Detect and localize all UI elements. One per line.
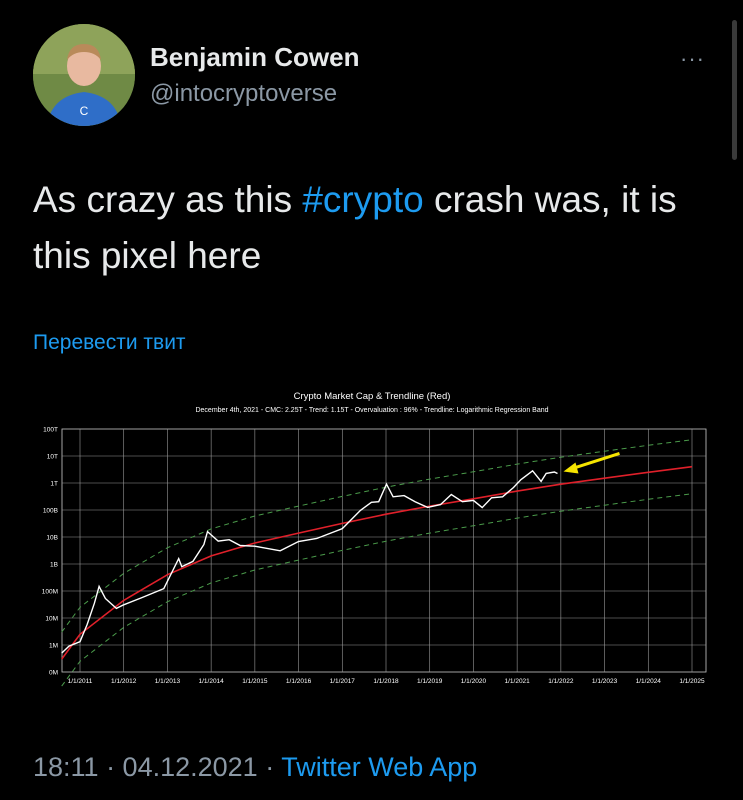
y-tick-label: 100B xyxy=(43,508,58,515)
x-tick-label: 1/1/2013 xyxy=(155,678,181,685)
scrollbar[interactable] xyxy=(732,20,737,160)
author-handle[interactable]: @intocryptoverse xyxy=(150,80,337,108)
y-axis-labels: 0M 1M 10M 100M 1B 10B 100B 1T 10T 100T xyxy=(42,427,58,677)
x-tick-label: 1/1/2025 xyxy=(679,678,705,685)
y-tick-label: 1M xyxy=(49,643,58,650)
plot-frame xyxy=(61,428,707,673)
more-dots-icon[interactable]: ··· xyxy=(680,46,705,72)
y-tick-label: 100M xyxy=(42,589,58,596)
chart-series xyxy=(61,439,693,687)
trendline-series xyxy=(61,465,693,660)
x-tick-label: 1/1/2022 xyxy=(548,678,574,685)
y-tick-label: 100T xyxy=(43,427,58,434)
chart-title: Crypto Market Cap & Trendline (Red) xyxy=(294,391,451,402)
x-tick-label: 1/1/2012 xyxy=(111,678,137,685)
x-tick-label: 1/1/2014 xyxy=(198,678,224,685)
highlight-arrow xyxy=(563,452,620,474)
x-axis-labels: 1/1/2011 1/1/2012 1/1/2013 1/1/2014 1/1/2015… xyxy=(68,678,705,685)
x-tick-label: 1/1/2024 xyxy=(636,678,662,685)
translate-tweet-link[interactable]: Перевести твит xyxy=(33,331,186,355)
x-tick-label: 1/1/2020 xyxy=(461,678,487,685)
x-tick-label: 1/1/2011 xyxy=(68,678,93,685)
chart-svg: Crypto Market Cap & Trendline (Red) Dece… xyxy=(42,391,707,687)
author-avatar[interactable]: C xyxy=(33,24,135,126)
upper-band-series xyxy=(61,439,693,633)
author-name[interactable]: Benjamin Cowen xyxy=(150,42,359,73)
lower-band-series xyxy=(61,493,693,687)
tweet-meta: 18:11 · 04.12.2021 · Twitter Web App xyxy=(33,752,477,783)
x-tick-label: 1/1/2018 xyxy=(373,678,399,685)
tweet-timestamp[interactable]: 18:11 · 04.12.2021 · xyxy=(33,752,281,782)
y-tick-label: 10T xyxy=(47,454,58,461)
tweet-text-part1: As crazy as this xyxy=(33,179,303,220)
price-series xyxy=(61,469,558,654)
y-tick-label: 10M xyxy=(45,616,58,623)
x-tick-label: 1/1/2023 xyxy=(592,678,618,685)
chart-grid xyxy=(61,428,707,673)
x-tick-label: 1/1/2015 xyxy=(242,678,268,685)
chart-subtitle: December 4th, 2021 - CMC: 2.25T - Trend:… xyxy=(195,407,548,414)
arrow-head xyxy=(563,462,579,474)
x-tick-label: 1/1/2017 xyxy=(330,678,356,685)
y-tick-label: 0M xyxy=(49,670,58,677)
y-tick-label: 10B xyxy=(46,535,58,542)
chart-image[interactable]: Crypto Market Cap & Trendline (Red) Dece… xyxy=(22,382,722,696)
hashtag-link[interactable]: #crypto xyxy=(302,179,423,220)
tweet-text: As crazy as this #crypto crash was, it i… xyxy=(33,172,713,284)
y-tick-label: 1T xyxy=(50,481,58,488)
x-tick-label: 1/1/2019 xyxy=(417,678,443,685)
x-tick-label: 1/1/2021 xyxy=(504,678,530,685)
x-tick-label: 1/1/2016 xyxy=(286,678,312,685)
shirt-logo: C xyxy=(80,104,89,118)
y-tick-label: 1B xyxy=(50,562,58,569)
source-app-link[interactable]: Twitter Web App xyxy=(281,752,477,782)
